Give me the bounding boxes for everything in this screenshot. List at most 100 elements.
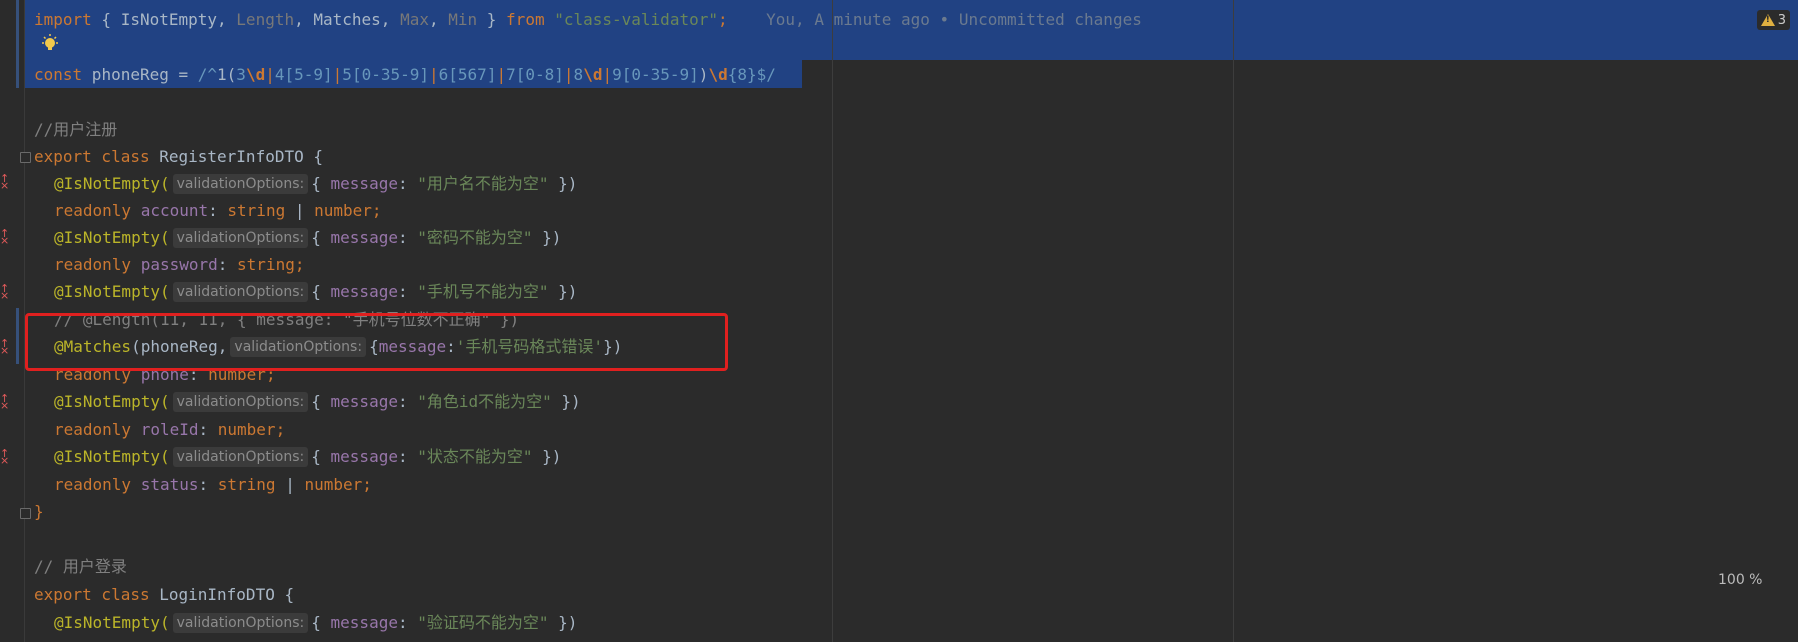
token: | <box>563 65 574 84</box>
token: number <box>314 201 372 220</box>
warnings-count: 3 <box>1777 12 1786 28</box>
token: import <box>34 10 92 29</box>
token: @IsNotEmpty( <box>54 228 170 247</box>
token: /^ <box>197 65 218 84</box>
token: "密码不能为空" <box>417 228 533 247</box>
code-line-10[interactable]: readonly password: string; <box>54 251 304 278</box>
token: [567] <box>448 65 497 84</box>
token: ) <box>698 65 709 84</box>
parameter-hint: validationOptions: <box>172 228 309 248</box>
token: "手机号不能为空" <box>417 282 549 301</box>
token: @IsNotEmpty( <box>54 447 170 466</box>
code-line-3[interactable]: const phoneReg = /^1(3\d|4[5-9]|5[0-35-9… <box>34 61 776 88</box>
gutter-mark-icon[interactable]: ↑ × <box>0 338 10 356</box>
highlight-annotation-box <box>25 313 728 371</box>
editor-gutter[interactable] <box>0 0 25 642</box>
token: , <box>294 10 314 29</box>
token: message <box>330 613 398 632</box>
token: "验证码不能为空" <box>417 613 549 632</box>
code-editor[interactable]: ↑× ↑× ↑× ↑× ↑× ↑× 3 import { IsNotEmpty,… <box>0 0 1798 642</box>
token: password <box>140 255 218 274</box>
code-line-15[interactable]: @IsNotEmpty(validationOptions:{ message:… <box>54 388 581 415</box>
token: Length <box>236 10 295 29</box>
token: message <box>330 447 398 466</box>
vcs-change-marker[interactable] <box>16 0 19 88</box>
gutter-mark-icon[interactable]: ↑ × <box>0 393 10 411</box>
code-line-8[interactable]: readonly account: string | number; <box>54 197 382 224</box>
code-line-11[interactable]: @IsNotEmpty(validationOptions:{ message:… <box>54 278 577 305</box>
token: $/ <box>756 65 776 84</box>
code-line-7[interactable]: @IsNotEmpty(validationOptions:{ message:… <box>54 170 577 197</box>
token: 1( <box>217 65 237 84</box>
code-line-23[interactable]: @IsNotEmpty(validationOptions:{ message:… <box>54 609 577 636</box>
gutter-mark-icon[interactable]: ↑ × <box>0 283 10 301</box>
token: { <box>311 228 331 247</box>
token: string <box>227 201 286 220</box>
token: const <box>34 65 83 84</box>
code-line-17[interactable]: @IsNotEmpty(validationOptions:{ message:… <box>54 443 561 470</box>
token: ; <box>362 475 372 494</box>
token: }) <box>551 392 581 411</box>
token: \d <box>708 65 728 84</box>
git-blame-annotation: You, A minute ago • Uncommitted changes <box>766 10 1142 29</box>
token: [5-9] <box>284 65 333 84</box>
token: phoneReg = <box>82 65 198 84</box>
token: message <box>330 392 398 411</box>
token: | <box>429 65 439 84</box>
token: Matches <box>313 10 381 29</box>
code-line-5[interactable]: //用户注册 <box>34 116 117 143</box>
token: }) <box>532 447 562 466</box>
token: : <box>397 392 418 411</box>
parameter-hint: validationOptions: <box>172 392 309 412</box>
token: { <box>274 585 295 604</box>
code-line-22[interactable]: export class LoginInfoDTO { <box>34 581 294 608</box>
code-line-9[interactable]: @IsNotEmpty(validationOptions:{ message:… <box>54 224 561 251</box>
token: "用户名不能为空" <box>417 174 549 193</box>
code-line-18[interactable]: readonly status: string | number; <box>54 471 372 498</box>
gutter-mark-icon[interactable]: ↑ × <box>0 228 10 246</box>
token: 6 <box>438 65 449 84</box>
token: : <box>397 613 418 632</box>
token: | <box>285 201 315 220</box>
fold-toggle-class-register[interactable] <box>20 152 31 163</box>
code-line-16[interactable]: readonly roleId: number; <box>54 416 285 443</box>
token: : <box>397 228 418 247</box>
token: , <box>217 10 237 29</box>
token: | <box>275 475 305 494</box>
right-margin-guide-2 <box>1233 0 1234 642</box>
token: { <box>303 147 323 166</box>
token: export <box>34 585 92 604</box>
token: ; <box>717 10 728 29</box>
token: | <box>496 65 507 84</box>
code-line-1[interactable]: import { IsNotEmpty, Length, Matches, Ma… <box>34 6 1142 33</box>
gutter-mark-icon[interactable]: ↑ × <box>0 448 10 466</box>
parameter-hint: validationOptions: <box>172 613 309 633</box>
parameter-hint: validationOptions: <box>172 282 309 302</box>
token: status <box>140 475 199 494</box>
token: number <box>217 420 276 439</box>
token: Max <box>400 10 429 29</box>
vcs-change-marker-2[interactable] <box>16 308 19 364</box>
zoom-level[interactable]: 100 % <box>1718 572 1762 588</box>
token: }) <box>532 228 562 247</box>
token: | <box>332 65 343 84</box>
lightbulb-icon[interactable] <box>40 34 60 54</box>
token: readonly <box>54 475 132 494</box>
token: @IsNotEmpty( <box>54 613 170 632</box>
token: : <box>208 201 228 220</box>
code-line-19[interactable]: } <box>34 498 44 525</box>
token: Min <box>448 10 478 29</box>
fold-toggle-class-register-end[interactable] <box>20 508 31 519</box>
token: : <box>397 447 418 466</box>
token: @IsNotEmpty( <box>54 174 170 193</box>
warnings-indicator[interactable]: 3 <box>1756 10 1790 30</box>
token: [0-35-9] <box>351 65 429 84</box>
code-line-6[interactable]: export class RegisterInfoDTO { <box>34 143 323 170</box>
code-line-21[interactable]: // 用户登录 <box>34 553 127 580</box>
token: : <box>217 255 238 274</box>
gutter-mark-icon[interactable]: ↑ × <box>0 173 10 191</box>
token: roleId <box>140 420 199 439</box>
parameter-hint: validationOptions: <box>172 447 309 467</box>
token: [0-35-9] <box>621 65 699 84</box>
warning-icon <box>1760 14 1775 26</box>
